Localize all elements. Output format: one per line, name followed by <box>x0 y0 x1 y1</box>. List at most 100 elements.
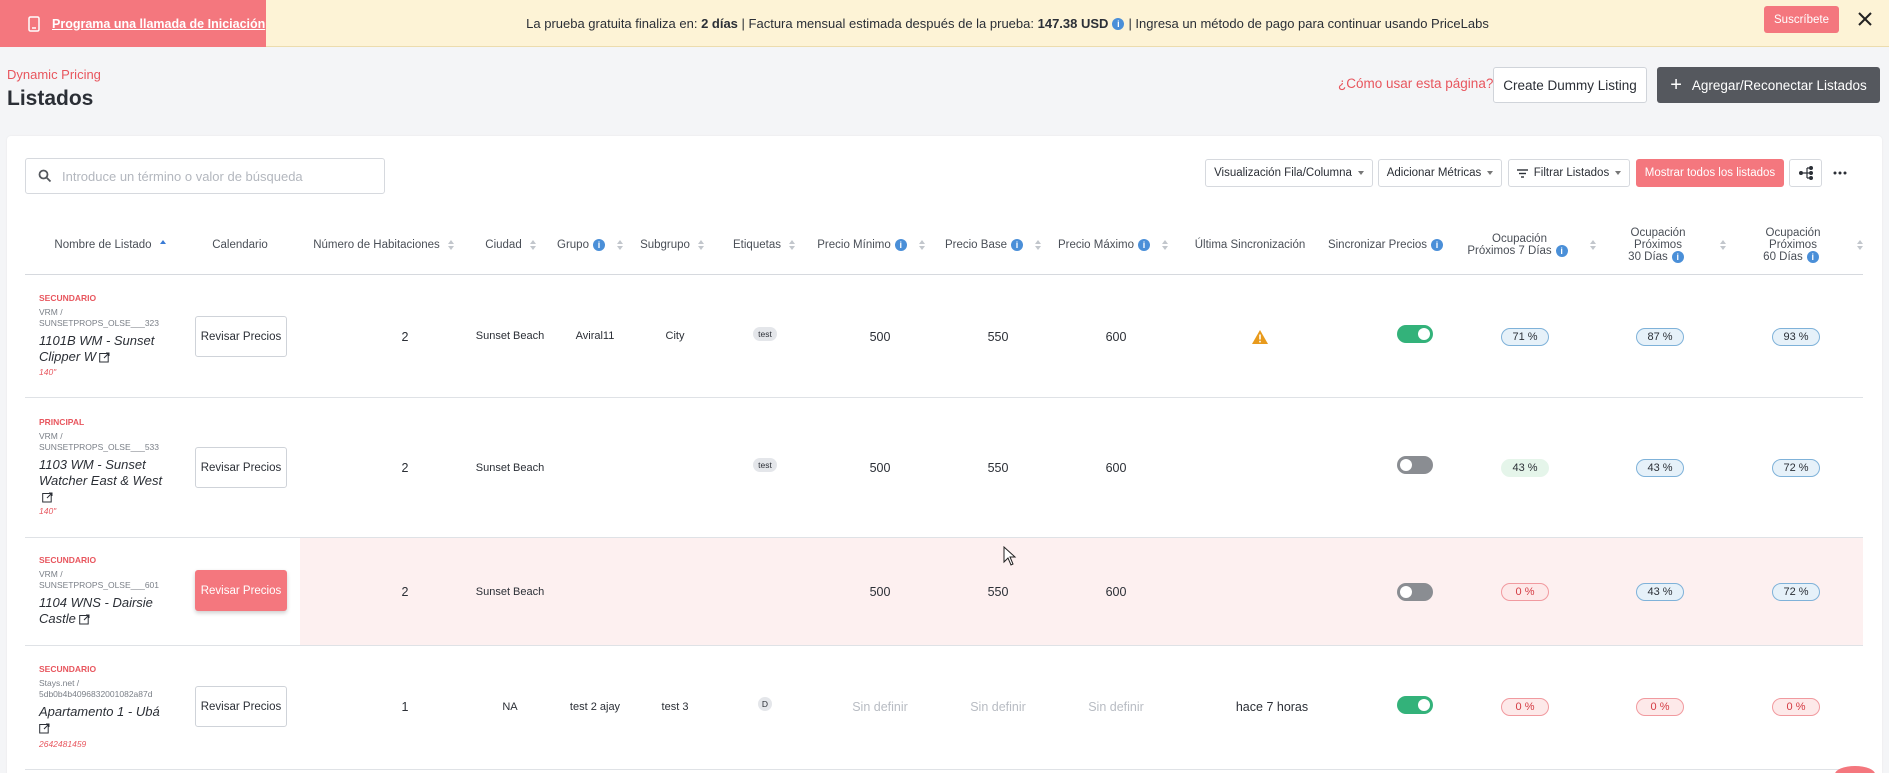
listing-source-pms: VRM / <box>39 307 63 317</box>
min-price-cell[interactable]: Sin definir <box>825 646 935 768</box>
col-header-min-price-label: Precio Mínimo <box>817 239 891 251</box>
col-header-name[interactable]: Nombre de Listado <box>30 222 190 268</box>
review-prices-button[interactable]: Revisar Precios <box>195 570 287 611</box>
info-icon[interactable]: i <box>592 239 605 251</box>
filter-listings-button[interactable]: Filtrar Listados <box>1508 159 1630 187</box>
listing-name-link[interactable]: 1101B WM - Sunset Clipper W <box>39 333 169 365</box>
hierarchy-view-button[interactable] <box>1789 159 1822 187</box>
warning-icon[interactable] <box>1251 329 1269 345</box>
col-header-tags[interactable]: Etiquetas <box>723 222 805 268</box>
tag-chip[interactable]: D <box>758 697 772 711</box>
tags-cell: D <box>725 646 805 762</box>
sync-prices-toggle[interactable] <box>1397 696 1433 714</box>
sort-icon[interactable] <box>447 240 454 250</box>
add-metrics-button[interactable]: Adicionar Métricas <box>1378 159 1502 187</box>
sort-icon[interactable] <box>1720 240 1726 250</box>
more-options-icon[interactable] <box>1826 159 1854 187</box>
breadcrumb[interactable]: Dynamic Pricing <box>7 67 101 82</box>
col-header-min-price[interactable]: Precio Mínimo i <box>815 222 927 268</box>
col-header-subgroup[interactable]: Subgrupo <box>632 222 712 268</box>
trial-amount: 147.38 USD <box>1037 16 1109 31</box>
listing-source-id: 5db0b4b4096832001082a87d <box>39 689 153 699</box>
base-price-cell[interactable]: Sin definir <box>943 646 1053 768</box>
max-price-cell[interactable]: 600 <box>1061 398 1171 538</box>
search-input[interactable] <box>62 168 382 184</box>
sort-icon[interactable] <box>697 240 704 250</box>
tag-chip[interactable]: test <box>753 327 777 341</box>
external-link-icon[interactable] <box>79 614 90 625</box>
listing-name-link[interactable]: 1104 WNS - Dairsie Castle <box>39 595 169 627</box>
min-price-cell[interactable]: 500 <box>825 398 935 538</box>
sort-icon[interactable] <box>1162 240 1169 250</box>
base-price-cell[interactable]: 550 <box>943 538 1053 646</box>
col-header-subgroup-label: Subgrupo <box>640 239 690 251</box>
col-header-occupancy-30[interactable]: Ocupación Próximos 30 Días i <box>1608 222 1708 268</box>
info-icon[interactable]: i <box>1431 239 1444 251</box>
sort-icon[interactable] <box>1590 240 1596 250</box>
schedule-call-link[interactable]: Programa una llamada de Iniciación <box>0 0 266 47</box>
col-header-max-price[interactable]: Precio Máximo i <box>1052 222 1174 268</box>
col-header-city[interactable]: Ciudad <box>468 222 553 268</box>
info-icon[interactable]: i <box>1806 250 1819 263</box>
review-prices-button[interactable]: Revisar Precios <box>195 316 287 357</box>
subgroup-cell <box>635 398 715 538</box>
info-icon[interactable]: i <box>894 239 907 251</box>
city-cell: NA <box>502 700 518 713</box>
table-row: PRINCIPAL VRM / SUNSETPROPS_OLSE___533 11… <box>25 398 1863 538</box>
add-reconnect-listings-button[interactable]: + Agregar/Reconectar Listados <box>1657 67 1880 103</box>
sort-icon[interactable] <box>1035 240 1041 250</box>
sync-prices-toggle[interactable] <box>1397 325 1433 343</box>
show-all-listings-button[interactable]: Mostrar todos los listados <box>1636 159 1784 187</box>
max-price-cell[interactable]: 600 <box>1061 538 1171 646</box>
howto-link[interactable]: ¿Cómo usar esta página? <box>1338 76 1493 91</box>
max-price-cell[interactable]: 600 <box>1061 275 1171 398</box>
external-link-icon[interactable] <box>39 723 50 734</box>
subscribe-button[interactable]: Suscríbete <box>1764 6 1839 33</box>
listing-source: VRM / SUNSETPROPS_OLSE___533 <box>39 431 159 453</box>
tag-chip[interactable]: test <box>753 458 777 472</box>
info-icon[interactable]: i <box>1138 239 1151 251</box>
search-box[interactable] <box>25 158 385 194</box>
rooms-cell: 1 <box>401 700 409 714</box>
sort-icon[interactable] <box>1857 240 1863 250</box>
col-header-occupancy-7[interactable]: Ocupación Próximos 7 Días i <box>1462 222 1577 268</box>
occupancy-pill: 0 % <box>1501 583 1549 601</box>
sort-asc-icon[interactable] <box>159 240 166 250</box>
close-icon[interactable] <box>1856 10 1874 28</box>
col-header-base-price[interactable]: Precio Base i <box>938 222 1048 268</box>
listing-name-link[interactable]: Apartamento 1 - Ubá <box>39 704 169 736</box>
sort-icon[interactable] <box>788 240 795 250</box>
sort-icon[interactable] <box>529 240 536 250</box>
review-prices-button[interactable]: Revisar Precios <box>195 447 287 488</box>
sync-prices-toggle[interactable] <box>1397 456 1433 474</box>
max-price-cell[interactable]: Sin definir <box>1061 646 1171 768</box>
col-header-group[interactable]: Grupo i <box>550 222 630 268</box>
min-price-cell[interactable]: 500 <box>825 275 935 398</box>
col-header-occ7-line2: Próximos 7 Días <box>1467 245 1552 258</box>
col-header-rooms[interactable]: Número de Habitaciones <box>306 222 461 268</box>
info-icon[interactable]: i <box>1555 244 1568 257</box>
info-icon[interactable]: i <box>1011 239 1023 251</box>
listing-source: VRM / SUNSETPROPS_OLSE___323 <box>39 307 159 329</box>
listing-name-link[interactable]: 1103 WM - Sunset Watcher East & West <box>39 457 169 505</box>
listing-name: 1101B WM - Sunset Clipper W <box>39 333 155 364</box>
sort-icon[interactable] <box>918 240 925 250</box>
info-icon[interactable]: i <box>1671 250 1684 263</box>
occ30-cell: 0 % <box>1605 646 1715 768</box>
listing-source-id: SUNSETPROPS_OLSE___601 <box>39 580 160 590</box>
view-row-column-button[interactable]: Visualización Fila/Columna <box>1205 159 1373 187</box>
col-header-occupancy-60[interactable]: Ocupación Próximos 60 Días i <box>1743 222 1843 268</box>
col-header-max-price-label: Precio Máximo <box>1057 239 1135 251</box>
create-dummy-listing-button[interactable]: Create Dummy Listing <box>1493 67 1647 103</box>
city-cell: Sunset Beach <box>475 330 545 342</box>
base-price-cell[interactable]: 550 <box>943 275 1053 398</box>
sort-icon[interactable] <box>616 240 623 250</box>
info-icon[interactable]: i <box>1112 17 1125 30</box>
min-price-cell[interactable]: 500 <box>825 538 935 646</box>
external-link-icon[interactable] <box>99 352 110 363</box>
external-link-icon[interactable] <box>42 492 53 503</box>
review-prices-button[interactable]: Revisar Precios <box>195 686 287 727</box>
sync-prices-toggle[interactable] <box>1397 583 1433 601</box>
base-price-cell[interactable]: 550 <box>943 398 1053 538</box>
occ7-cell: 43 % <box>1470 398 1580 538</box>
